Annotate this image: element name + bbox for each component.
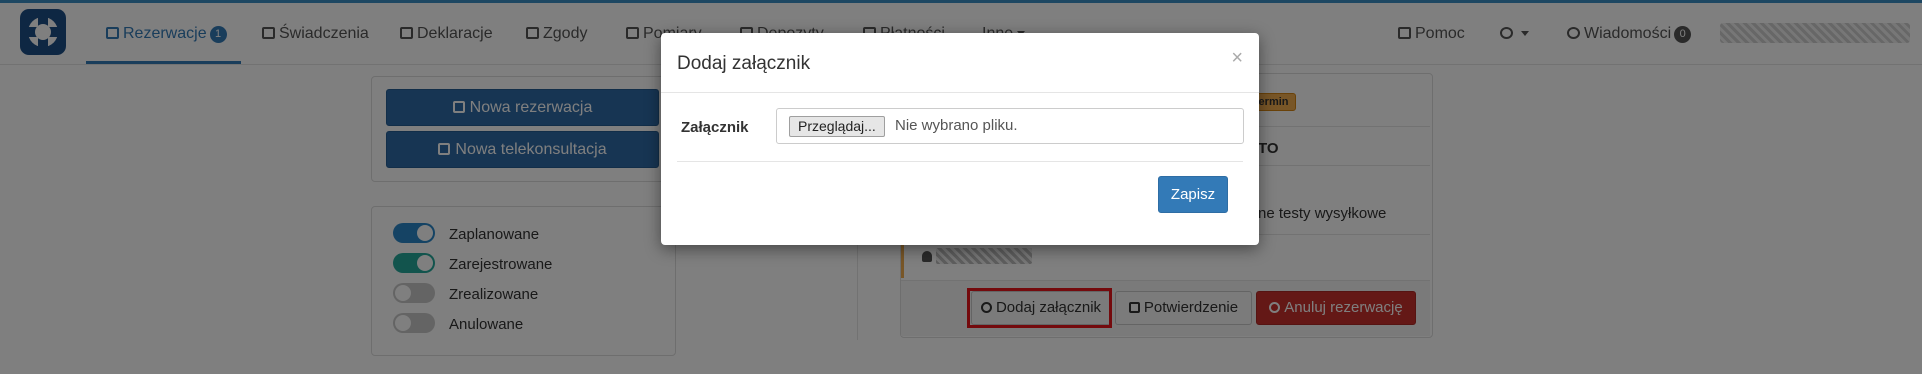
modal-title: Dodaj załącznik bbox=[677, 53, 811, 74]
modal-divider bbox=[677, 161, 1243, 162]
add-attachment-modal: Dodaj załącznik × Załącznik Przeglądaj..… bbox=[661, 33, 1259, 245]
attachment-label: Załącznik bbox=[681, 119, 749, 136]
modal-divider bbox=[661, 92, 1259, 93]
no-file-text: Nie wybrano pliku. bbox=[895, 117, 1018, 134]
close-icon[interactable]: × bbox=[1231, 47, 1243, 70]
browse-button[interactable]: Przeglądaj... bbox=[789, 116, 885, 137]
attachment-file-input[interactable]: Przeglądaj... Nie wybrano pliku. bbox=[776, 108, 1244, 144]
save-button[interactable]: Zapisz bbox=[1158, 176, 1228, 213]
